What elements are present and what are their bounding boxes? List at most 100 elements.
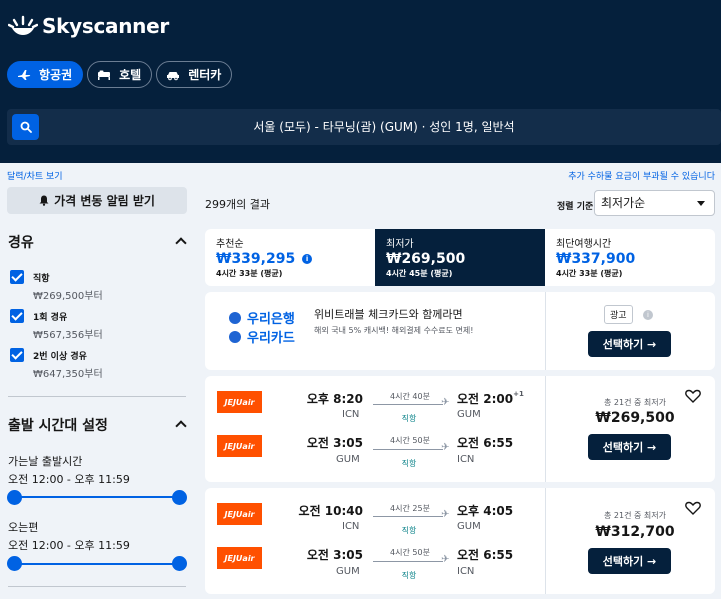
plane-icon: ✈ xyxy=(441,554,450,565)
flight-card[interactable]: JEJUair 오전 10:40 ICN 4시간 25분 ✈ 직항 오후 4:0… xyxy=(205,488,715,594)
ad-card[interactable]: 우리은행 우리카드 위비트래블 체크카드와 함께라면 해외 국내 5% 캐시백!… xyxy=(205,292,715,370)
header: Skyscanner 항공권 호텔 렌터카 서울 (모두) - 타무닝(괌) (… xyxy=(0,0,721,163)
select-flight-button[interactable]: 선택하기 → xyxy=(588,434,671,460)
ad-select-button[interactable]: 선택하기 → xyxy=(588,331,671,357)
bed-icon xyxy=(98,70,111,80)
tab-cheapest-duration: 4시간 45분 (평균) xyxy=(386,269,453,278)
bank-line1: 우리은행 xyxy=(247,312,295,327)
info-icon[interactable]: i xyxy=(302,254,313,264)
tab-cheapest-price: ₩269,500 xyxy=(386,251,466,267)
outbound-duration: 4시간 25분 xyxy=(390,504,430,513)
outbound-slider-end-handle[interactable] xyxy=(172,490,187,505)
tab-cheapest[interactable]: 최저가 ₩269,500 4시간 45분 (평균) xyxy=(375,229,545,286)
return-slider-end-handle[interactable] xyxy=(172,556,187,571)
baggage-fees-link[interactable]: 추가 수하물 요금이 부과될 수 있습니다 xyxy=(568,169,715,182)
outbound-arrival-code: GUM xyxy=(457,409,481,420)
outbound-stops: 직항 xyxy=(401,526,417,535)
filter-direct-label: 직항 xyxy=(33,274,50,284)
caret-down-icon xyxy=(697,201,705,206)
plane-icon: ✈ xyxy=(441,442,450,453)
plane-icon: ✈ xyxy=(441,509,450,520)
sort-tabs: 추천순 ₩339,295 i 4시간 33분 (평균) 최저가 ₩269,500… xyxy=(205,229,715,286)
product-nav: 항공권 호텔 렌터카 xyxy=(7,61,233,88)
time-filter-title: 출발 시간대 설정 xyxy=(8,418,108,434)
tab-cheapest-name: 최저가 xyxy=(386,239,414,250)
sidebar-divider xyxy=(8,396,186,397)
sunrise-logo-icon xyxy=(8,15,38,35)
outbound-day-offset: +1 xyxy=(513,390,524,398)
card-divider xyxy=(545,488,546,594)
inbound-route-line xyxy=(373,561,443,562)
sort-select[interactable]: 최저가순 xyxy=(594,190,715,216)
ad-badge: 광고 xyxy=(604,305,633,324)
nav-flights-button[interactable]: 항공권 xyxy=(7,61,84,88)
search-icon xyxy=(20,121,32,133)
outbound-arrival-time: 오후 4:05 xyxy=(457,504,514,518)
tab-best-duration: 4시간 33분 (평균) xyxy=(216,269,283,278)
inbound-departure-code: GUM xyxy=(336,454,360,465)
sidebar-divider-bottom xyxy=(8,586,186,587)
flight-price: ₩269,500 xyxy=(595,410,675,426)
return-time-range: 오전 12:00 - 오후 11:59 xyxy=(8,539,130,552)
flight-card[interactable]: JEJUair 오후 8:20 ICN 4시간 40분 ✈ 직항 오전 2:00… xyxy=(205,376,715,482)
car-icon xyxy=(167,71,180,80)
tab-fastest-price: ₩337,900 xyxy=(556,251,636,267)
nav-hotels-button[interactable]: 호텔 xyxy=(87,61,153,88)
tab-best[interactable]: 추천순 ₩339,295 i 4시간 33분 (평균) xyxy=(205,229,375,286)
filter-direct-checkbox[interactable] xyxy=(10,270,24,284)
outbound-duration: 4시간 40분 xyxy=(390,392,430,401)
card-divider xyxy=(545,376,546,482)
search-summary-text: 서울 (모두) - 타무닝(괌) (GUM) · 성인 1명, 일반석 xyxy=(253,120,515,134)
outbound-arrival-time: 오전 2:00+1 xyxy=(457,390,524,407)
ad-title: 위비트래블 체크카드와 함께라면 xyxy=(314,308,463,321)
tab-fastest-duration: 4시간 33분 (평균) xyxy=(556,269,623,278)
bell-icon xyxy=(39,195,49,206)
results-count: 299개의 결과 xyxy=(205,198,270,211)
outbound-time-label: 가는날 출발시간 xyxy=(8,455,83,468)
jeju-air-logo: JEJUair xyxy=(217,547,262,569)
outbound-departure-code: ICN xyxy=(342,521,360,532)
inbound-departure-time: 오전 3:05 xyxy=(306,436,363,450)
tab-fastest[interactable]: 최단여행시간 ₩337,900 4시간 33분 (평균) xyxy=(545,229,715,286)
nav-cars-button[interactable]: 렌터카 xyxy=(156,61,233,88)
heart-icon[interactable] xyxy=(685,501,701,515)
inbound-arrival-time: 오전 6:55 xyxy=(457,548,514,562)
filter-multi-stop-label: 2번 이상 경유 xyxy=(33,352,87,362)
outbound-route-line xyxy=(373,404,443,405)
filter-multi-stop-price: ₩647,350부터 xyxy=(33,369,103,380)
info-icon[interactable]: i xyxy=(643,310,653,320)
filter-one-stop-price: ₩567,356부터 xyxy=(33,330,103,341)
jeju-air-logo: JEJUair xyxy=(217,391,262,413)
outbound-arrival-time-value: 오전 2:00 xyxy=(457,392,514,406)
return-time-label: 오는편 xyxy=(8,521,39,534)
filter-one-stop-checkbox[interactable] xyxy=(10,309,24,323)
outbound-slider-start-handle[interactable] xyxy=(7,490,22,505)
inbound-arrival-code: ICN xyxy=(457,454,475,465)
sort-label: 정렬 기준 xyxy=(557,202,594,212)
filter-multi-stop-checkbox[interactable] xyxy=(10,348,24,362)
stops-collapse-chevron-up-icon[interactable] xyxy=(175,237,187,249)
outbound-time-range: 오전 12:00 - 오후 11:59 xyxy=(8,473,130,486)
heart-icon[interactable] xyxy=(685,389,701,403)
inbound-arrival-code: ICN xyxy=(457,566,475,577)
price-alert-button[interactable]: 가격 변동 알림 받기 xyxy=(7,187,187,214)
calendar-chart-link[interactable]: 달력/차트 보기 xyxy=(7,169,63,182)
woori-logo-icon xyxy=(229,330,241,343)
inbound-stops: 직항 xyxy=(401,571,417,580)
select-flight-button[interactable]: 선택하기 → xyxy=(588,548,671,574)
skyscanner-logo[interactable]: Skyscanner xyxy=(8,14,169,38)
filter-one-stop-label: 1회 경유 xyxy=(33,313,68,323)
price-alert-label: 가격 변동 알림 받기 xyxy=(54,194,155,208)
return-slider-track[interactable] xyxy=(14,563,179,565)
search-button[interactable] xyxy=(12,114,39,140)
return-slider-start-handle[interactable] xyxy=(7,556,22,571)
jeju-air-logo: JEJUair xyxy=(217,435,262,457)
time-collapse-chevron-up-icon[interactable] xyxy=(175,420,187,432)
search-summary-bar[interactable]: 서울 (모두) - 타무닝(괌) (GUM) · 성인 1명, 일반석 xyxy=(7,109,721,145)
bank-line2: 우리카드 xyxy=(247,331,295,346)
outbound-slider-track[interactable] xyxy=(14,496,179,498)
filter-direct-price: ₩269,500부터 xyxy=(33,291,103,302)
card-divider xyxy=(545,292,546,370)
stops-filter-title: 경유 xyxy=(8,235,34,251)
nav-hotels-label: 호텔 xyxy=(119,68,142,82)
